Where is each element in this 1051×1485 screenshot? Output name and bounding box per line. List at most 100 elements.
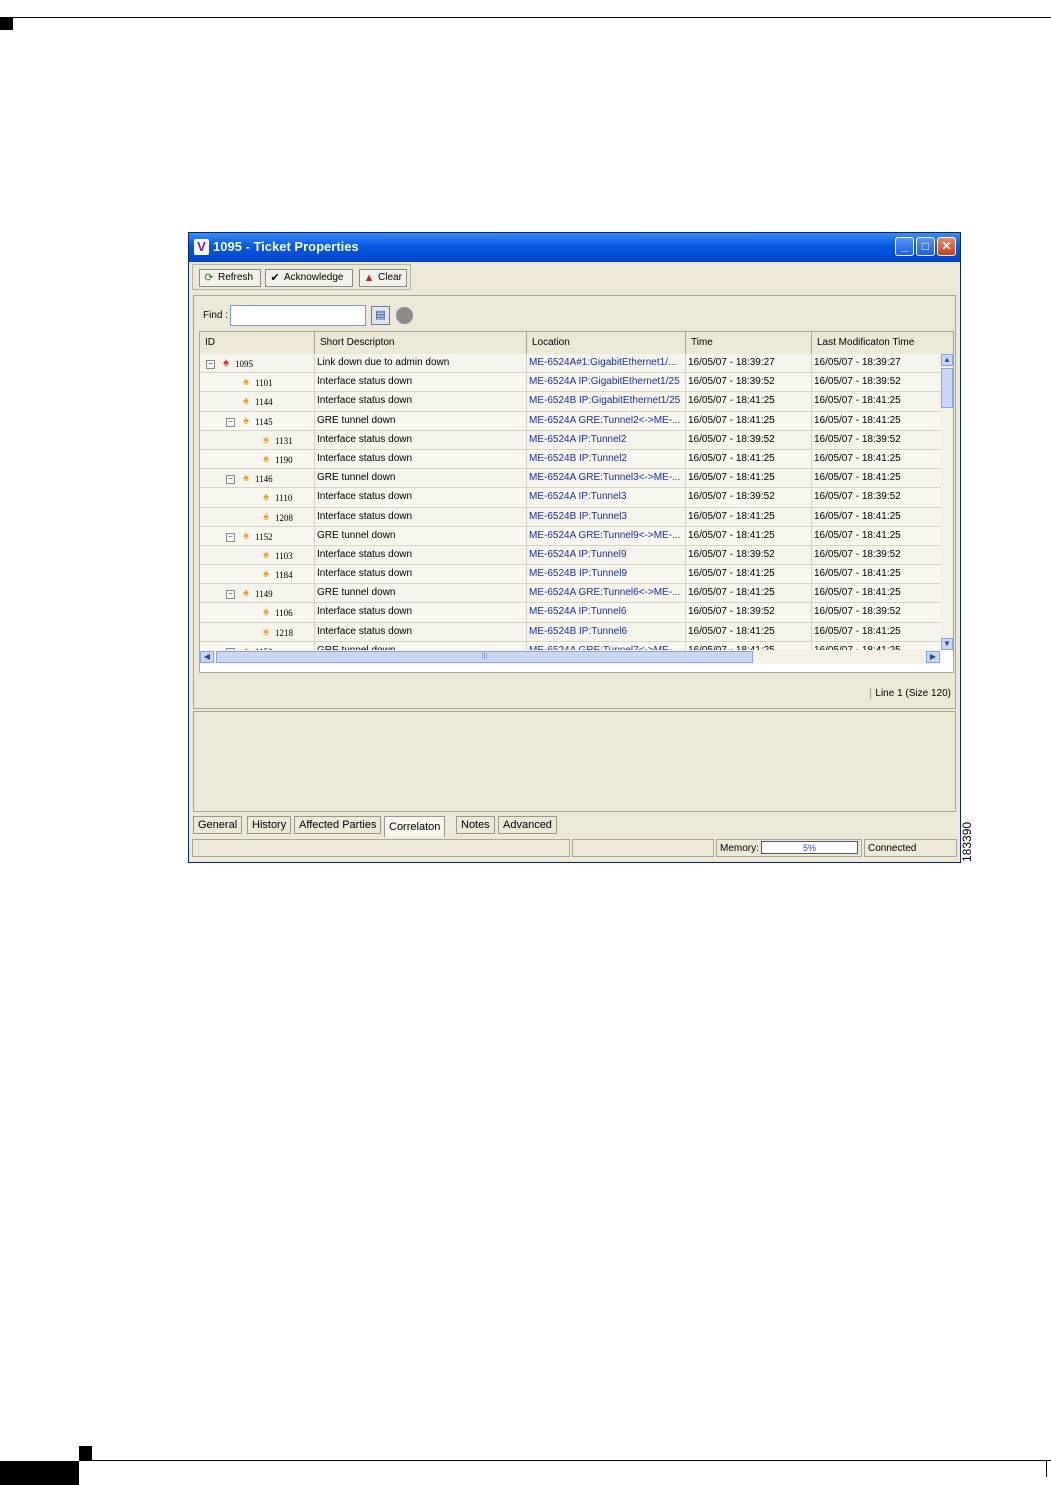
refresh-icon: ⟳	[204, 272, 214, 284]
location-cell[interactable]: ME-6524A GRE:Tunnel7<->ME-...	[527, 641, 686, 650]
close-button[interactable]: ✕	[937, 237, 956, 256]
column-header-short-description[interactable]: Short Descripton	[315, 332, 527, 354]
time-cell: 16/05/07 - 18:41:25	[686, 392, 812, 412]
location-cell[interactable]: ME-6524B IP:Tunnel2	[527, 449, 686, 469]
id-cell: − ♠ 1149	[200, 584, 315, 604]
last-modification-cell: 16/05/07 - 18:41:25	[814, 395, 901, 407]
location-cell[interactable]: ME-6524A IP:Tunnel6	[527, 603, 686, 623]
scroll-up-icon[interactable]: ▲	[941, 354, 953, 366]
vertical-scrollbar[interactable]: ▲ ▼	[941, 354, 953, 650]
refresh-label: Refresh	[218, 272, 254, 283]
minus-box-icon[interactable]: −	[226, 590, 235, 600]
table-row[interactable]: − ♠ 1149 GRE tunnel down ME-6524A GRE:Tunnel…	[200, 584, 941, 604]
location-cell[interactable]: ME-6524B IP:Tunnel3	[527, 507, 686, 527]
vertical-scroll-thumb[interactable]	[941, 368, 953, 408]
tab-notes[interactable]: Notes	[456, 816, 495, 834]
maximize-button[interactable]: □	[916, 237, 935, 256]
minus-box-icon[interactable]: −	[226, 475, 235, 485]
last-modification-cell: 16/05/07 - 18:41:25	[814, 414, 901, 426]
tab-general[interactable]: General	[193, 816, 243, 834]
location-cell[interactable]: ME-6524A GRE:Tunnel9<->ME-...	[527, 526, 686, 546]
table-row[interactable]: ♠ 1144 Interface status down ME-6524B IP:Gi…	[200, 392, 941, 412]
find-label: Find :	[203, 310, 229, 321]
id-cell: ♠ 1110	[200, 488, 315, 508]
location-cell[interactable]: ME-6524A#1:GigabitEthernet1/...	[527, 354, 686, 373]
table-row[interactable]: ♠ 1101 Interface status down ME-6524A IP:Gi…	[200, 373, 941, 393]
find-input[interactable]	[230, 305, 366, 326]
short-description-cell: Interface status down	[315, 603, 527, 623]
column-header-last-modification-time[interactable]: Last Modificaton Time	[812, 332, 953, 354]
table-row[interactable]: ♠ 1110 Interface status down ME-6524A IP:Tu…	[200, 488, 941, 508]
tab-affected-parties[interactable]: Affected Parties	[294, 816, 382, 834]
time-cell: 16/05/07 - 18:39:52	[686, 545, 812, 565]
tab-advanced[interactable]: Advanced	[498, 816, 557, 834]
time-cell: 16/05/07 - 18:39:27	[686, 354, 812, 373]
toolbar: ⟳ Refresh ✔ Acknowledge ▲ Clear	[192, 264, 411, 290]
last-modification-cell: 16/05/07 - 18:39:52	[814, 376, 901, 388]
column-header-id[interactable]: ID	[200, 332, 315, 354]
tab-history[interactable]: History	[247, 816, 292, 834]
column-header-location[interactable]: Location	[527, 332, 686, 354]
ticket-id: 1144	[255, 397, 273, 408]
column-header-time[interactable]: Time	[686, 332, 812, 354]
location-cell[interactable]: ME-6524B IP:Tunnel6	[527, 622, 686, 642]
window-title: 1095 - Ticket Properties	[213, 239, 359, 254]
short-description-cell: Interface status down	[315, 545, 527, 565]
id-cell: − ♠ 1146	[200, 469, 315, 489]
minus-box-icon[interactable]: −	[206, 360, 215, 369]
table-row[interactable]: − ♠ 1146 GRE tunnel down ME-6524A GRE:Tunnel…	[200, 469, 941, 489]
table-row[interactable]: ♠ 1103 Interface status down ME-6524A IP:Tu…	[200, 545, 941, 566]
table-row[interactable]: ♠ 1218 Interface status down ME-6524B IP:Tu…	[200, 622, 941, 642]
location-cell[interactable]: ME-6524A IP:Tunnel9	[527, 545, 686, 565]
memory-label: Memory:	[720, 843, 759, 854]
memory-bar: 5%	[761, 841, 858, 854]
location-cell[interactable]: ME-6524A IP:Tunnel3	[527, 488, 686, 508]
clear-label: Clear	[378, 272, 402, 283]
table-row[interactable]: ♠ 1208 Interface status down ME-6524B IP:Tu…	[200, 507, 941, 527]
table-row[interactable]: −♠1150GRE tunnel downME-6524A GRE:Tunnel…	[200, 641, 941, 650]
table-row[interactable]: ♠ 1131 Interface status down ME-6524A IP:Tu…	[200, 430, 941, 450]
scroll-down-icon[interactable]: ▼	[941, 638, 953, 650]
table-row[interactable]: ♠ 1190 Interface status down ME-6524B IP:Tu…	[200, 449, 941, 470]
bell-icon: ♠	[263, 491, 269, 504]
table-row[interactable]: − ♠ 1152 GRE tunnel down ME-6524A GRE:Tunnel…	[200, 526, 941, 546]
horizontal-scrollbar[interactable]: ◀ ||| ▶	[200, 650, 941, 664]
location-cell[interactable]: ME-6524B IP:Tunnel9	[527, 565, 686, 585]
minus-box-icon[interactable]: −	[226, 417, 235, 427]
table-row[interactable]: ♠ 1184 Interface status down ME-6524B IP:Tu…	[200, 565, 941, 585]
scroll-right-icon[interactable]: ▶	[926, 651, 940, 663]
location-cell[interactable]: ME-6524A IP:Tunnel2	[527, 430, 686, 450]
table-row[interactable]: − ♠ 1095 Link down due to admin down ME-6524…	[200, 354, 941, 374]
figure-number: 183390	[960, 821, 974, 862]
short-description-cell: GRE tunnel down	[315, 584, 527, 604]
title-bar[interactable]: V 1095 - Ticket Properties _ □ ✕	[189, 233, 960, 262]
header-mark	[0, 18, 13, 30]
time-cell: 16/05/07 - 18:41:25	[686, 449, 812, 469]
location-cell[interactable]: ME-6524B IP:GigabitEthernet1/25	[527, 392, 686, 412]
last-modification-cell: 16/05/07 - 18:41:25	[814, 625, 901, 637]
horizontal-scroll-thumb[interactable]: |||	[216, 651, 753, 663]
table-header: ID Short Descripton Location Time Last M…	[200, 332, 953, 355]
tab-correlation[interactable]: Correlaton	[384, 816, 446, 837]
clear-button[interactable]: ▲ Clear	[359, 269, 407, 287]
refresh-button[interactable]: ⟳ Refresh	[199, 269, 261, 287]
location-cell[interactable]: ME-6524A GRE:Tunnel6<->ME-...	[527, 584, 686, 604]
minimize-button[interactable]: _	[895, 237, 914, 256]
minus-box-icon[interactable]: −	[226, 532, 235, 542]
last-modification-cell: 16/05/07 - 18:41:25	[812, 642, 941, 650]
scroll-left-icon[interactable]: ◀	[200, 651, 214, 663]
short-description-cell: GRE tunnel down	[315, 469, 527, 489]
location-cell[interactable]: ME-6524A GRE:Tunnel2<->ME-...	[527, 411, 686, 431]
time-cell: 16/05/07 - 18:39:52	[686, 488, 812, 508]
bell-icon: ♠	[263, 548, 269, 561]
find-next-icon[interactable]: ▤	[371, 306, 390, 325]
acknowledge-button[interactable]: ✔ Acknowledge	[265, 269, 353, 287]
table-row[interactable]: ♠ 1106 Interface status down ME-6524A IP:Tu…	[200, 603, 941, 623]
ticket-id: 1095	[235, 359, 253, 369]
location-cell[interactable]: ME-6524A GRE:Tunnel3<->ME-...	[527, 469, 686, 489]
table-row[interactable]: − ♠ 1145 GRE tunnel down ME-6524A GRE:Tunnel…	[200, 411, 941, 431]
location-cell[interactable]: ME-6524A IP:GigabitEthernet1/25	[527, 373, 686, 393]
short-description-cell: GRE tunnel down	[315, 411, 527, 431]
id-cell: ♠ 1103	[200, 545, 315, 565]
correlation-panel: Find : ▤ ID Short Descripton Location Ti…	[193, 295, 956, 709]
